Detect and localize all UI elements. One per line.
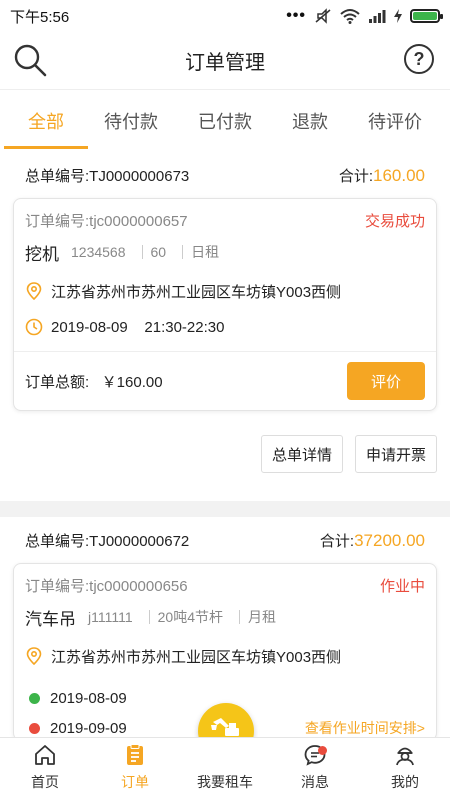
order-total: 合计:160.00 xyxy=(339,165,425,186)
vehicle-name: 挖机 xyxy=(25,244,59,264)
notification-dots-icon: ••• xyxy=(286,7,306,24)
status-time: 下午5:56 xyxy=(10,8,70,26)
status-badge: 交易成功 xyxy=(364,212,425,230)
wifi-icon xyxy=(340,9,360,24)
end-dot-icon xyxy=(29,722,40,734)
help-icon[interactable]: ? xyxy=(404,44,434,74)
section-divider xyxy=(0,501,450,517)
vehicle-plate: j111111 xyxy=(88,609,133,625)
rate-button[interactable]: 评价 xyxy=(347,362,425,400)
tab-rent-vehicle[interactable]: 我要租车 xyxy=(180,738,270,800)
order-list[interactable]: 总单编号:TJ0000000673 合计:160.00 订单编号:tjc0000… xyxy=(0,152,450,737)
tab-messages[interactable]: 消息 xyxy=(270,738,360,800)
tab-refund[interactable]: 退款 xyxy=(288,90,332,152)
page-title: 订单管理 xyxy=(185,52,265,74)
start-date: 2019-08-09 xyxy=(50,689,127,707)
tab-home[interactable]: 首页 xyxy=(0,738,90,800)
order-number: 订单编号:tjc0000000656 xyxy=(25,577,188,595)
order-group: 总单编号:TJ0000000673 合计:160.00 订单编号:tjc0000… xyxy=(0,152,450,501)
rental-type: 月租 xyxy=(239,610,284,624)
address-text: 江苏省苏州市苏州工业园区车坊镇Y003西侧 xyxy=(51,283,342,301)
location-pin-icon xyxy=(26,282,42,300)
order-group-header: 总单编号:TJ0000000673 合计:160.00 xyxy=(13,152,437,198)
charging-icon xyxy=(394,9,402,23)
order-detail-button[interactable]: 总单详情 xyxy=(260,435,343,473)
app-header: 订单管理 ? xyxy=(0,32,450,90)
card-footer: 订单总额: ￥160.00 评价 xyxy=(14,352,436,410)
order-card[interactable]: 订单编号:tjc0000000657 交易成功 挖机 1234568 60 日租… xyxy=(13,198,437,411)
tab-pending-review[interactable]: 待评价 xyxy=(364,90,426,152)
master-order-number: 总单编号:TJ0000000673 xyxy=(25,167,190,185)
total-value: 37200.00 xyxy=(354,530,425,550)
order-amount: 订单总额: ￥160.00 xyxy=(25,373,163,391)
order-number: 订单编号:tjc0000000657 xyxy=(25,212,188,230)
vehicle-spec: 60 xyxy=(141,245,175,259)
tab-rent-vehicle-label: 我要租车 xyxy=(197,774,253,790)
location-pin-icon xyxy=(26,647,42,665)
status-badge: 作业中 xyxy=(379,577,425,595)
vehicle-name: 汽车吊 xyxy=(25,609,76,629)
order-actions: 总单详情 申请开票 xyxy=(13,411,437,501)
profile-icon xyxy=(396,747,414,766)
status-bar: 下午5:56 ••• xyxy=(0,0,450,32)
total-label: 合计: xyxy=(319,532,355,550)
tab-home-label: 首页 xyxy=(31,774,59,790)
bottom-tab-bar: 首页 订单 我要租车 消息 我的 xyxy=(0,737,450,800)
address-row: 江苏省苏州市苏州工业园区车坊镇Y003西侧 xyxy=(25,638,425,674)
time-row: 2019-08-09 21:30-22:30 xyxy=(25,309,425,345)
end-date: 2019-09-09 xyxy=(50,719,127,737)
battery-icon xyxy=(410,9,443,23)
order-number-row: 订单编号:tjc0000000656 作业中 xyxy=(25,574,425,596)
tab-paid[interactable]: 已付款 xyxy=(194,90,256,152)
order-icon xyxy=(127,744,143,765)
order-number-row: 订单编号:tjc0000000657 交易成功 xyxy=(25,209,425,231)
total-value: 160.00 xyxy=(373,165,425,185)
rental-type: 日租 xyxy=(182,245,227,259)
tab-profile[interactable]: 我的 xyxy=(360,738,450,800)
tab-orders-label: 订单 xyxy=(121,774,149,790)
order-tabs: 全部 待付款 已付款 退款 待评价 xyxy=(0,90,450,152)
master-order-number: 总单编号:TJ0000000672 xyxy=(25,532,190,550)
vehicle-row: 挖机 1234568 60 日租 xyxy=(25,231,425,273)
total-label: 合计: xyxy=(338,167,373,185)
search-icon[interactable] xyxy=(12,42,48,78)
start-dot-icon xyxy=(29,692,40,704)
tab-messages-label: 消息 xyxy=(301,774,329,790)
rental-datetime: 2019-08-09 21:30-22:30 xyxy=(51,318,225,336)
order-group-header: 总单编号:TJ0000000672 合计:37200.00 xyxy=(13,517,437,563)
address-text: 江苏省苏州市苏州工业园区车坊镇Y003西侧 xyxy=(51,648,342,666)
unread-badge xyxy=(317,746,327,755)
vehicle-spec: 20吨4节杆 xyxy=(148,610,231,624)
vehicle-plate: 1234568 xyxy=(71,244,126,260)
tab-orders[interactable]: 订单 xyxy=(90,738,180,800)
tab-profile-label: 我的 xyxy=(391,774,419,790)
tab-pending-payment[interactable]: 待付款 xyxy=(100,90,162,152)
clock-icon xyxy=(25,318,43,336)
status-icons: ••• xyxy=(286,7,443,25)
address-row: 江苏省苏州市苏州工业园区车坊镇Y003西侧 xyxy=(25,273,425,309)
invoice-request-button[interactable]: 申请开票 xyxy=(354,435,437,473)
mute-icon xyxy=(315,8,331,24)
home-icon xyxy=(35,745,55,765)
schedule-link[interactable]: 查看作业时间安排> xyxy=(305,718,425,737)
signal-icon xyxy=(369,10,386,23)
tab-all[interactable]: 全部 xyxy=(4,90,88,152)
vehicle-row: 汽车吊 j111111 20吨4节杆 月租 xyxy=(25,596,425,638)
order-total: 合计:37200.00 xyxy=(320,530,425,551)
